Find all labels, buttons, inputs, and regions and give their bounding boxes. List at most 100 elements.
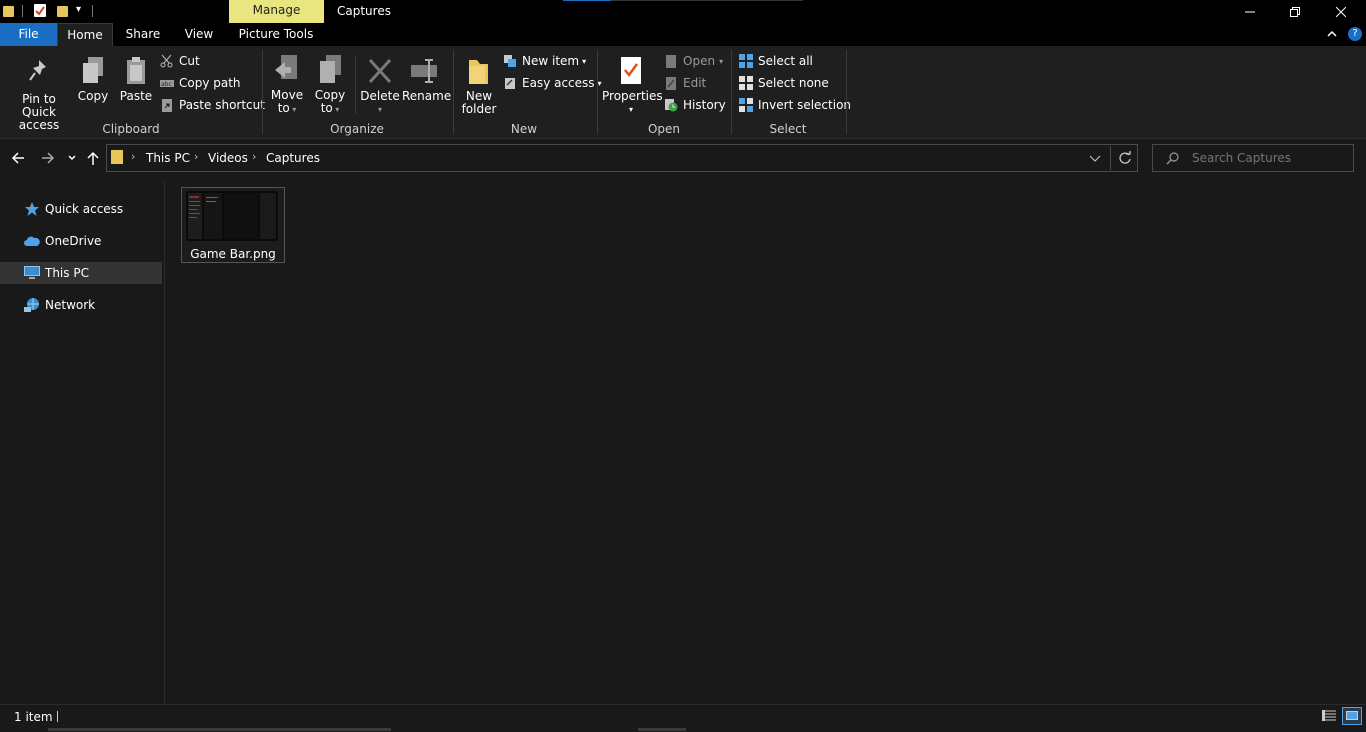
separator [22,5,23,17]
minimize-icon [1245,11,1255,12]
invert-selection-label: Invert selection [758,98,852,112]
back-button[interactable] [11,151,25,168]
tab-view[interactable]: View [175,23,223,46]
history-label: History [683,98,726,112]
close-button[interactable] [1318,0,1364,23]
cloud-icon [24,233,40,249]
rename-button[interactable]: Rename [402,56,452,103]
restore-button[interactable] [1272,0,1318,23]
nav-label: Network [45,298,96,312]
invert-selection-button[interactable]: Invert selection [739,96,851,114]
up-button[interactable] [86,151,100,169]
pin-to-quick-access-button[interactable]: Pin to Quick access [4,56,74,132]
address-history-button[interactable] [1089,153,1101,167]
open-label: Open [683,54,716,68]
select-group-label: Select [769,122,807,136]
new-folder-qat-icon[interactable] [57,6,68,17]
breadcrumb-videos[interactable]: Videos [208,151,248,165]
details-view-icon [1322,710,1336,721]
breadcrumb-captures[interactable]: Captures [266,151,320,165]
recent-locations-button[interactable] [67,152,77,166]
large-icons-view-button[interactable] [1342,707,1362,725]
delete-dropdown-icon[interactable]: ▾ [360,103,400,116]
select-all-button[interactable]: Select all [739,52,813,70]
help-icon[interactable]: ? [1348,27,1362,41]
scissors-icon [160,54,173,68]
address-bar[interactable] [106,144,1138,172]
minimize-button[interactable] [1227,0,1273,23]
new-item-label: New item [522,54,580,68]
invert-selection-icon [739,98,753,112]
open-icon [666,55,676,68]
breadcrumb-chevron-icon[interactable]: › [131,150,135,163]
copy-path-button[interactable]: abc Copy path [160,74,241,92]
properties-qat-icon[interactable] [34,4,46,17]
move-to-icon [275,55,297,79]
paste-button[interactable]: Paste [118,56,154,103]
new-folder-button[interactable]: New folder [458,56,500,116]
group-separator [846,50,847,134]
properties-dropdown-icon[interactable]: ▾ [602,103,660,116]
properties-icon [621,57,641,84]
nav-item-quick-access[interactable]: Quick access [0,198,162,220]
select-none-icon [739,76,753,90]
history-button[interactable]: History [664,96,726,114]
history-icon [665,99,678,112]
status-separator [57,711,58,722]
delete-button[interactable]: Delete ▾ [360,56,400,116]
group-separator [453,50,454,134]
refresh-button[interactable] [1118,151,1132,168]
copy-button[interactable]: Copy [76,56,110,103]
paste-shortcut-button[interactable]: Paste shortcut [160,96,265,114]
copy-to-button[interactable]: Copy to ▾ [311,54,349,116]
nav-item-onedrive[interactable]: OneDrive [0,230,162,252]
cut-button[interactable]: Cut [160,52,200,70]
search-input[interactable] [1188,146,1352,170]
easy-access-label: Easy access [522,76,595,90]
star-icon [24,201,40,217]
new-item-button[interactable]: New item ▾ [503,52,586,70]
details-view-button[interactable] [1321,709,1337,726]
chevron-down-icon [1089,155,1101,162]
group-separator [731,50,732,134]
breadcrumb-chevron-icon[interactable]: › [252,150,256,163]
select-none-button[interactable]: Select none [739,74,829,92]
nav-label: Quick access [45,202,124,216]
breadcrumb-this-pc[interactable]: This PC [146,151,190,165]
nav-item-network[interactable]: Network [0,294,162,316]
nav-label: This PC [45,266,89,280]
open-button[interactable]: Open ▾ [664,52,723,70]
easy-access-button[interactable]: Easy access ▾ [503,74,602,92]
customize-qat-icon[interactable]: ▾ [76,4,81,15]
network-icon [24,297,40,313]
paste-shortcut-icon [162,99,172,112]
computer-icon [24,265,40,281]
manage-contextual-tab[interactable]: Manage [229,0,324,23]
clipboard-group-label: Clipboard [102,122,160,136]
tab-file[interactable]: File [0,23,57,46]
collapse-ribbon-icon[interactable] [1327,28,1337,41]
tab-home[interactable]: Home [57,23,113,46]
file-name-label: Game Bar.png [190,247,276,261]
rename-label: Rename [402,89,452,103]
copy-icon [83,57,103,83]
tab-share[interactable]: Share [118,23,168,46]
tab-picture-tools[interactable]: Picture Tools [232,23,320,46]
rename-icon [411,59,437,83]
copy-to-label-2: to [320,101,333,115]
delete-label: Delete [360,89,400,103]
nav-item-this-pc[interactable]: This PC [0,262,162,284]
forward-button[interactable] [41,151,55,168]
refresh-icon [1119,151,1131,164]
back-arrow-icon [11,152,24,164]
up-arrow-icon [87,151,99,165]
title-accent-line [611,0,803,1]
breadcrumb-chevron-icon[interactable]: › [194,150,198,163]
title-bar [0,0,1366,23]
properties-button[interactable]: Properties ▾ [602,56,663,116]
window-title: Captures [337,4,391,18]
edit-icon [666,77,676,90]
group-separator [597,50,598,134]
move-to-button[interactable]: Move to ▾ [268,54,306,116]
edit-button[interactable]: Edit [664,74,706,92]
